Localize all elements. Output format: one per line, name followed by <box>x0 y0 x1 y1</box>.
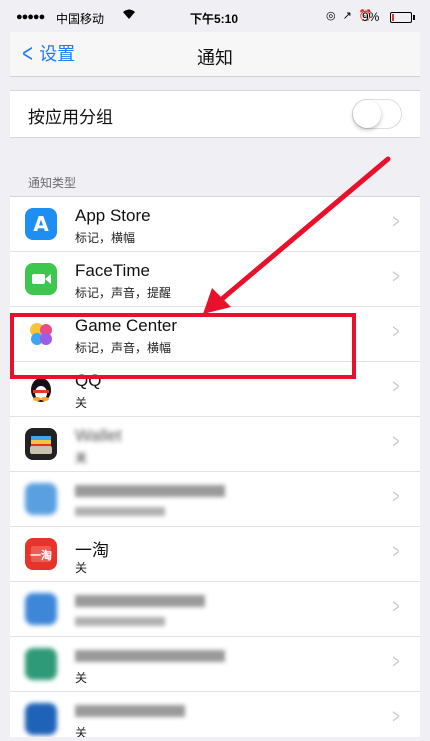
annotation-arrow-icon <box>203 156 391 314</box>
screenshot-frame: ●●●●● 中国移动 下午5:10 ◎ ↗ ⏰ 9% < 设置 通知 按应用分组… <box>0 0 430 741</box>
phone-screen: ●●●●● 中国移动 下午5:10 ◎ ↗ ⏰ 9% < 设置 通知 按应用分组… <box>10 4 420 737</box>
